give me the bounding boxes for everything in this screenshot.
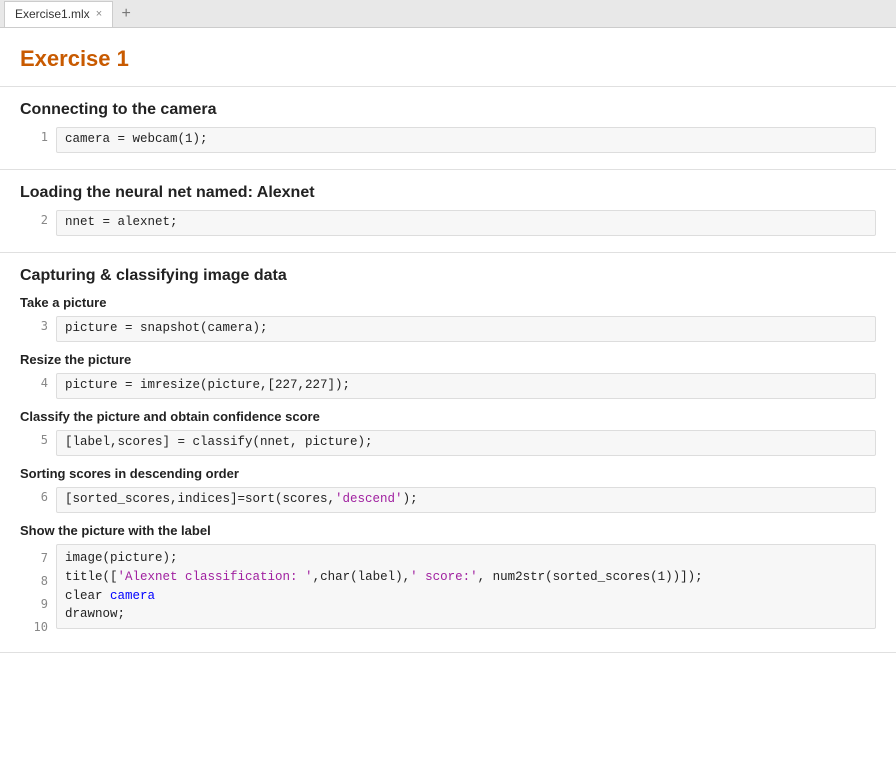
tab-label: Exercise1.mlx [15, 7, 90, 21]
section-title-loading: Loading the neural net named: Alexnet [20, 184, 876, 202]
section-connecting: Connecting to the camera 1 camera = webc… [0, 87, 896, 170]
page-title: Exercise 1 [0, 28, 896, 87]
code-cell-6[interactable]: [sorted_scores,indices]=sort(scores,'des… [56, 487, 876, 513]
line-num-3: 3 [20, 316, 56, 333]
line-num-9: 9 [20, 590, 48, 613]
code-cell-7-10[interactable]: image(picture); title(['Alexnet classifi… [56, 544, 876, 629]
code-row-5: 5 [label,scores] = classify(nnet, pictur… [20, 430, 876, 456]
section-classifying: Capturing & classifying image data Take … [0, 253, 896, 653]
label-take-picture: Take a picture [20, 295, 876, 310]
line-num-2: 2 [20, 210, 56, 227]
label-sorting-scores: Sorting scores in descending order [20, 466, 876, 481]
code-cell-2[interactable]: nnet = alexnet; [56, 210, 876, 236]
section-title-connecting: Connecting to the camera [20, 101, 876, 119]
code-row-1: 1 camera = webcam(1); [20, 127, 876, 153]
label-resize-picture: Resize the picture [20, 352, 876, 367]
line-num-5: 5 [20, 430, 56, 447]
code-cell-4[interactable]: picture = imresize(picture,[227,227]); [56, 373, 876, 399]
code-line-9: clear camera [65, 587, 867, 606]
label-classify-picture: Classify the picture and obtain confiden… [20, 409, 876, 424]
tab-bar: Exercise1.mlx × + [0, 0, 896, 28]
code-row-3: 3 picture = snapshot(camera); [20, 316, 876, 342]
label-show-picture: Show the picture with the label [20, 523, 876, 538]
section-loading: Loading the neural net named: Alexnet 2 … [0, 170, 896, 253]
line-num-1: 1 [20, 127, 56, 144]
tab-add-button[interactable]: + [115, 3, 137, 25]
code-line-7: image(picture); [65, 549, 867, 568]
code-cell-5[interactable]: [label,scores] = classify(nnet, picture)… [56, 430, 876, 456]
section-title-classifying: Capturing & classifying image data [20, 267, 876, 285]
line-num-6: 6 [20, 487, 56, 504]
line-nums-7-10: 7 8 9 10 [20, 544, 56, 636]
code-rows-7-10: 7 8 9 10 image(picture); title(['Alexnet… [20, 544, 876, 636]
line-num-10: 10 [20, 613, 48, 636]
line-num-7: 7 [20, 544, 48, 567]
line-num-8: 8 [20, 567, 48, 590]
code-cell-3[interactable]: picture = snapshot(camera); [56, 316, 876, 342]
main-content: Exercise 1 Connecting to the camera 1 ca… [0, 28, 896, 774]
code-line-10: drawnow; [65, 605, 867, 624]
code-row-2: 2 nnet = alexnet; [20, 210, 876, 236]
tab-close-icon[interactable]: × [96, 8, 102, 20]
code-row-4: 4 picture = imresize(picture,[227,227]); [20, 373, 876, 399]
line-num-4: 4 [20, 373, 56, 390]
code-line-8: title(['Alexnet classification: ',char(l… [65, 568, 867, 587]
tab-exercise1[interactable]: Exercise1.mlx × [4, 1, 113, 27]
code-cell-1[interactable]: camera = webcam(1); [56, 127, 876, 153]
code-row-6: 6 [sorted_scores,indices]=sort(scores,'d… [20, 487, 876, 513]
